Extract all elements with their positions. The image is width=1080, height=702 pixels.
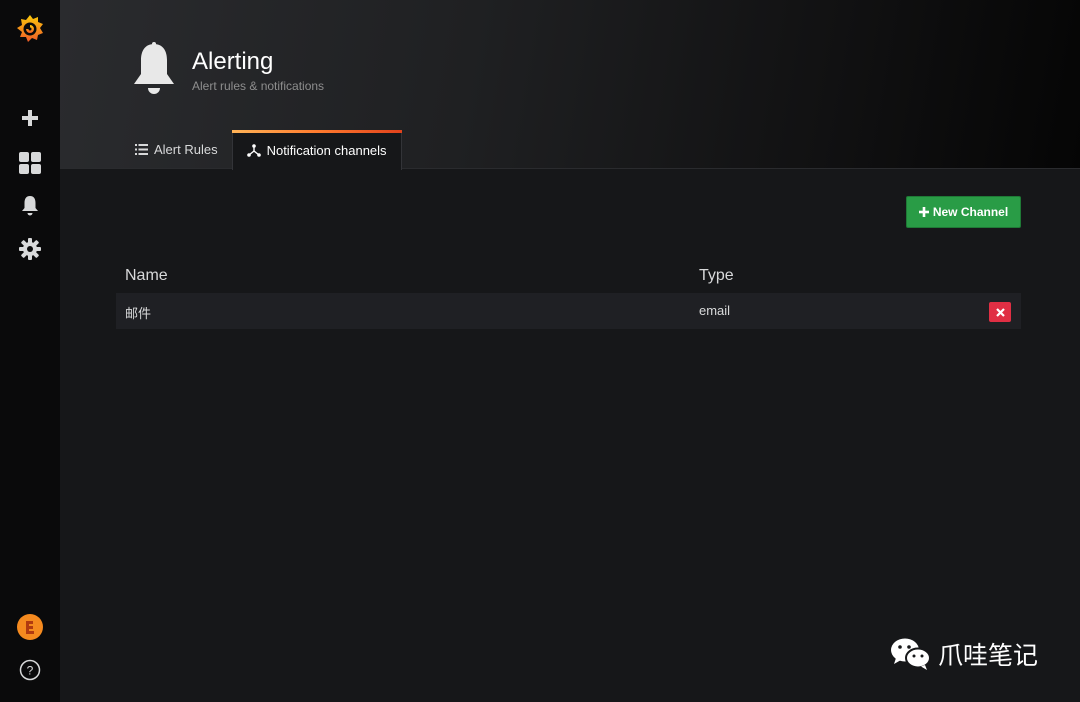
tab-alert-rules[interactable]: Alert Rules	[120, 130, 232, 169]
dashboards-icon[interactable]	[0, 148, 60, 178]
watermark: 爪哇笔记	[890, 636, 1038, 672]
column-header-name: Name	[125, 267, 168, 284]
channel-name[interactable]: 邮件	[125, 303, 151, 322]
plus-icon	[918, 207, 929, 217]
delete-channel-button[interactable]	[989, 302, 1011, 322]
table-row[interactable]: 邮件 email	[116, 293, 1021, 329]
share-nodes-icon	[246, 144, 261, 158]
page-header: Alerting Alert rules & notifications Ale…	[60, 0, 1080, 170]
tab-alert-rules-label: Alert Rules	[154, 142, 218, 157]
tab-bar: Alert Rules Notification channels	[120, 130, 402, 170]
column-header-type: Type	[699, 267, 734, 284]
svg-text:?: ?	[27, 664, 34, 678]
plus-icon[interactable]	[0, 104, 60, 132]
grafana-logo-icon[interactable]	[0, 12, 60, 46]
page-title: Alerting	[192, 48, 274, 75]
channel-type: email	[699, 303, 731, 318]
avatar[interactable]	[0, 612, 60, 642]
new-channel-label: New Channel	[932, 205, 1009, 219]
gear-icon[interactable]	[0, 234, 60, 264]
close-icon	[995, 307, 1005, 317]
bell-icon[interactable]	[0, 192, 60, 220]
tab-notification-channels[interactable]: Notification channels	[231, 130, 402, 170]
help-icon[interactable]: ?	[0, 656, 60, 684]
sidebar: ?	[0, 0, 60, 702]
page-subtitle: Alert rules & notifications	[192, 79, 325, 93]
watermark-text: 爪哇笔记	[938, 641, 1039, 670]
tab-notification-channels-label: Notification channels	[266, 143, 387, 158]
new-channel-button[interactable]: New Channel	[906, 196, 1021, 228]
list-icon	[134, 143, 148, 157]
wechat-icon	[891, 638, 931, 670]
alerting-bell-icon	[132, 42, 176, 98]
